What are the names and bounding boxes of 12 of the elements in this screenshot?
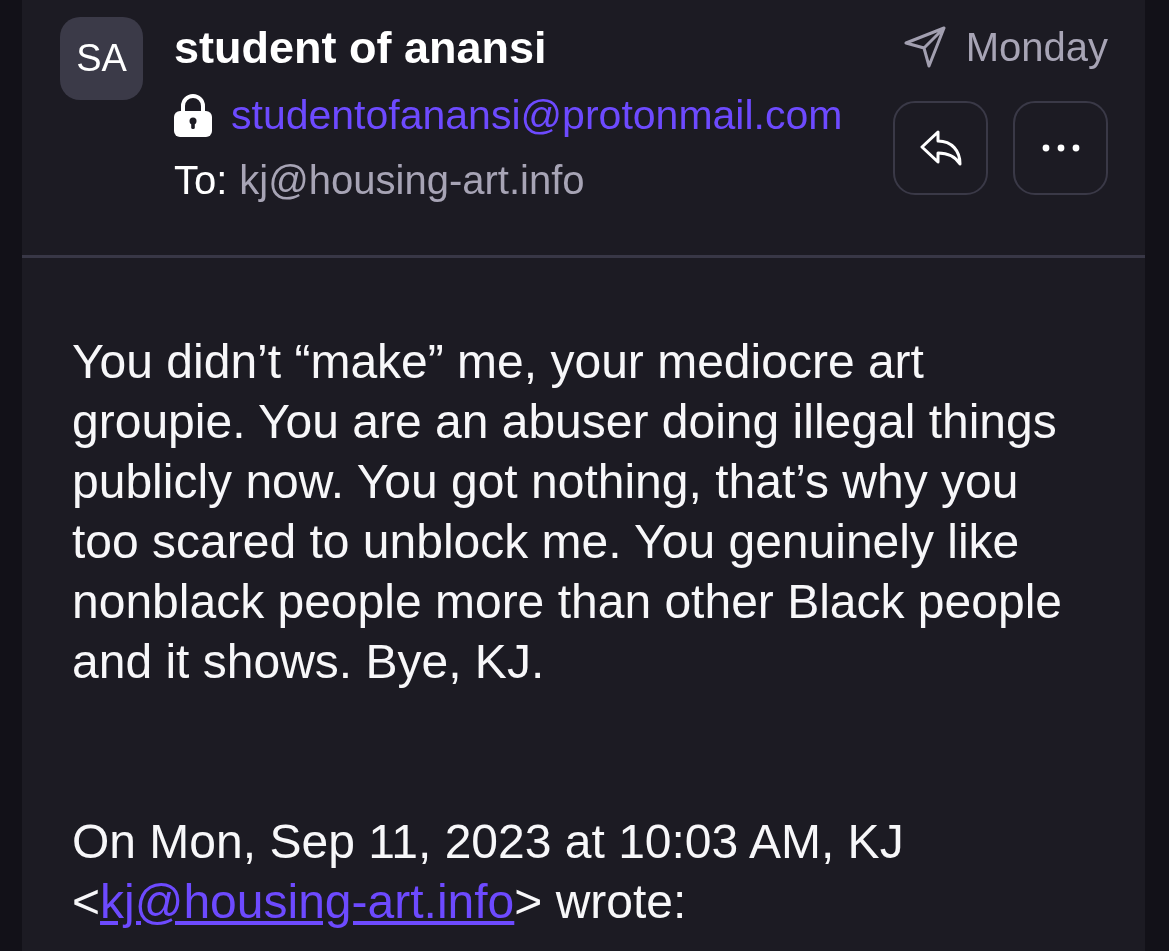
reply-arrow-icon xyxy=(919,130,962,166)
quote-header: On Mon, Sep 11, 2023 at 10:03 AM, KJ <kj@housing-art.info> wrote: xyxy=(72,814,905,930)
message-body: You didn’t “make” me, your mediocre art groupie. You are an abuser doing illegal things publicly now. You got nothing, that’s why you too scared to unblock me. You genuinely like nonblack people more than other Black people and it shows. Bye, KJ. xyxy=(72,334,1063,690)
reply-button[interactable] xyxy=(893,101,988,195)
sender-name: student of anansi xyxy=(174,24,547,72)
recipient-label: To: xyxy=(174,157,228,204)
quoted-email-link[interactable]: kj@housing-art.info xyxy=(100,875,515,928)
sender-avatar: SA xyxy=(60,17,143,100)
recipient-email: kj@housing-art.info xyxy=(239,157,585,204)
more-dots-icon xyxy=(1041,144,1080,152)
message-date: Monday xyxy=(965,24,1108,71)
sender-email[interactable]: studentofanansi@protonmail.com xyxy=(231,91,843,139)
